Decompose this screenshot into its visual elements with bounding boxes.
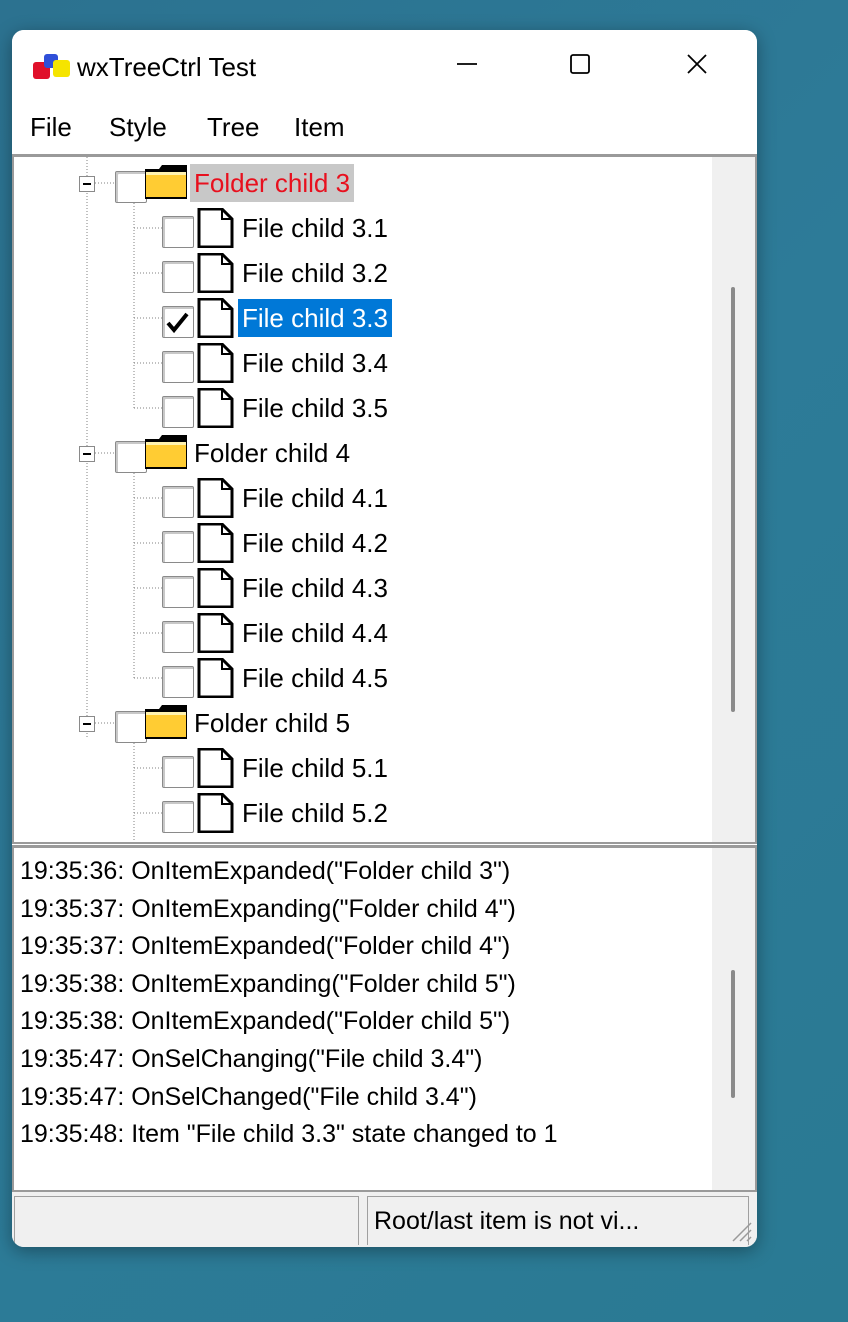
checkmark-icon	[166, 312, 189, 334]
file-icon	[197, 793, 234, 833]
tree-item-checkbox[interactable]	[162, 351, 194, 383]
log-line: 19:35:48: Item "File child 3.3" state ch…	[20, 1120, 558, 1149]
log-line: 19:35:37: OnItemExpanded("Folder child 4…	[20, 932, 511, 961]
tree-item-checkbox[interactable]	[162, 216, 194, 248]
tree-item-checkbox[interactable]	[162, 756, 194, 788]
collapse-toggle-icon[interactable]	[79, 176, 95, 192]
tree-item-checkbox[interactable]	[162, 486, 194, 518]
tree-item-label[interactable]: File child 3.1	[238, 209, 392, 247]
log-textctrl[interactable]: 19:35:36: OnItemExpanded("Folder child 3…	[12, 845, 757, 1192]
tree-item-label[interactable]: Folder child 4	[190, 434, 354, 472]
collapse-toggle-icon[interactable]	[79, 446, 95, 462]
tree-item-label[interactable]: Folder child 3	[190, 164, 355, 202]
folder-icon	[145, 165, 187, 199]
tree-item-checkbox[interactable]	[162, 801, 194, 833]
tree-item-label[interactable]: File child 4.1	[238, 479, 392, 517]
tree-file-item[interactable]: File child 3.2	[14, 251, 704, 296]
tree-file-item[interactable]: File child 4.5	[14, 656, 704, 701]
close-button[interactable]	[647, 40, 747, 90]
file-icon	[197, 748, 234, 788]
tree-scrollbar[interactable]	[712, 157, 755, 842]
menu-style[interactable]: Style	[109, 112, 167, 143]
file-icon	[197, 253, 234, 293]
tree-file-item[interactable]: File child 3.3	[14, 296, 704, 341]
log-line: 19:35:38: OnItemExpanding("Folder child …	[20, 969, 516, 998]
file-icon	[197, 568, 234, 608]
file-icon	[197, 478, 234, 518]
menu-bar: File Style Tree Item	[12, 108, 757, 154]
folder-icon	[145, 435, 187, 469]
tree-item-label[interactable]: File child 4.5	[238, 659, 392, 697]
tree-item-checkbox[interactable]	[115, 711, 147, 743]
tree-item-checkbox[interactable]	[162, 531, 194, 563]
window-title: wxTreeCtrl Test	[77, 52, 257, 82]
status-field-2: Root/last item is not vi...	[367, 1196, 749, 1245]
tree-file-item[interactable]: File child 5.1	[14, 746, 704, 791]
tree-item-checkbox[interactable]	[115, 171, 147, 203]
log-line: 19:35:47: OnSelChanging("File child 3.4"…	[20, 1045, 483, 1073]
tree-control[interactable]: Folder child 3 File child 3.1 File child 3…	[12, 154, 757, 844]
menu-item[interactable]: Item	[294, 112, 345, 143]
folder-icon	[145, 705, 187, 739]
minimize-button[interactable]	[417, 40, 517, 90]
log-line: 19:35:37: OnItemExpanding("Folder child …	[20, 894, 516, 923]
tree-file-item[interactable]: File child 4.3	[14, 566, 704, 611]
tree-file-item[interactable]: File child 3.1	[14, 206, 704, 251]
tree-file-item[interactable]: File child 4.4	[14, 611, 704, 656]
file-icon	[197, 613, 234, 653]
tree-item-checkbox[interactable]	[115, 441, 147, 473]
tree-item-label[interactable]: File child 5.1	[238, 749, 392, 787]
tree-item-label[interactable]: Folder child 5	[190, 704, 354, 742]
file-icon	[197, 208, 234, 248]
file-icon	[197, 388, 234, 428]
tree-item-label[interactable]: File child 4.3	[238, 569, 392, 607]
title-bar[interactable]: wxTreeCtrl Test	[12, 30, 757, 104]
tree-item-checkbox[interactable]	[162, 396, 194, 428]
tree-item-label[interactable]: File child 5.2	[238, 794, 392, 832]
tree-item-label[interactable]: File child 3.3	[238, 299, 392, 337]
tree-item-label[interactable]: File child 4.2	[238, 524, 392, 562]
tree-folder-item[interactable]: Folder child 4	[14, 431, 704, 476]
log-scrollbar[interactable]	[712, 848, 755, 1190]
tree-item-label[interactable]: File child 3.2	[238, 254, 392, 292]
tree-file-item[interactable]: File child 3.4	[14, 341, 704, 386]
maximize-icon	[570, 54, 590, 74]
app-window: wxTreeCtrl Test File Style Tree Item Fol…	[12, 30, 757, 1247]
tree-file-item[interactable]: File child 4.2	[14, 521, 704, 566]
tree-folder-item[interactable]: Folder child 3	[14, 161, 704, 206]
file-icon	[197, 298, 234, 338]
tree-canvas: Folder child 3 File child 3.1 File child 3…	[14, 157, 712, 842]
status-field-1	[14, 1196, 359, 1245]
maximize-button[interactable]	[530, 40, 630, 90]
tree-item-checkbox[interactable]	[162, 666, 194, 698]
log-line: 19:35:38: OnItemExpanded("Folder child 5…	[20, 1007, 511, 1036]
tree-file-item[interactable]: File child 4.1	[14, 476, 704, 521]
menu-tree[interactable]: Tree	[207, 112, 260, 143]
tree-item-label[interactable]: File child 3.4	[238, 344, 392, 382]
app-icon	[33, 54, 70, 79]
log-scrollbar-thumb[interactable]	[731, 970, 735, 1098]
tree-file-item[interactable]: File child 5.2	[14, 791, 704, 836]
status-bar: Root/last item is not vi...	[12, 1192, 757, 1247]
tree-item-checkbox[interactable]	[162, 261, 194, 293]
log-line: 19:35:47: OnSelChanged("File child 3.4")	[20, 1082, 477, 1111]
tree-file-item[interactable]: File child 3.5	[14, 386, 704, 431]
file-icon	[197, 658, 234, 698]
menu-file[interactable]: File	[30, 112, 72, 143]
tree-item-label[interactable]: File child 3.5	[238, 389, 392, 427]
tree-folder-item[interactable]: Folder child 5	[14, 701, 704, 746]
status-field-2-text: Root/last item is not vi...	[374, 1207, 640, 1235]
file-icon	[197, 523, 234, 563]
tree-item-checkbox[interactable]	[162, 621, 194, 653]
resize-grip-icon[interactable]	[727, 1217, 753, 1243]
tree-scrollbar-thumb[interactable]	[731, 287, 735, 712]
minimize-icon	[457, 63, 477, 65]
collapse-toggle-icon[interactable]	[79, 716, 95, 732]
file-icon	[197, 343, 234, 383]
tree-item-label[interactable]: File child 4.4	[238, 614, 392, 652]
tree-item-checkbox[interactable]	[162, 576, 194, 608]
tree-item-checkbox[interactable]	[162, 306, 194, 338]
log-line: 19:35:36: OnItemExpanded("Folder child 3…	[20, 857, 511, 885]
close-icon	[687, 54, 707, 74]
